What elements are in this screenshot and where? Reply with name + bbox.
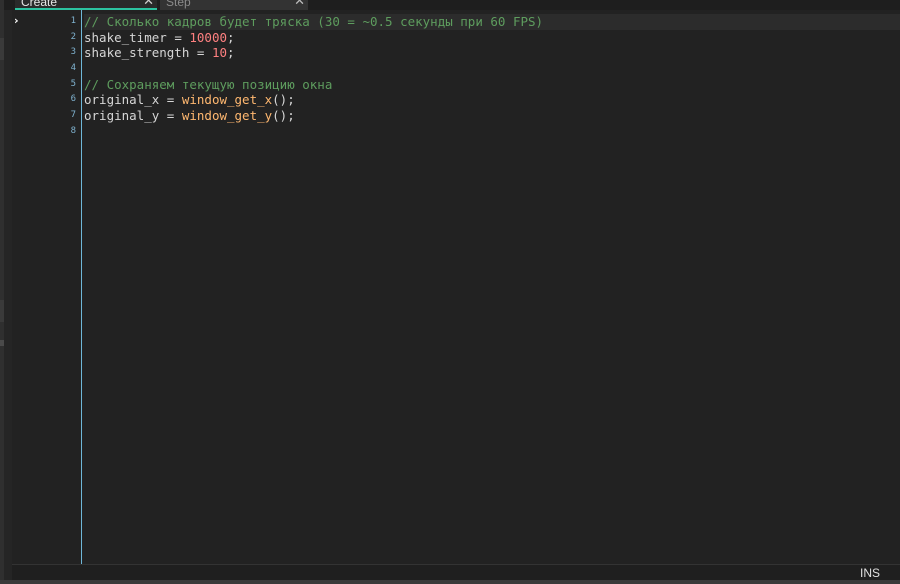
code-token-punct: ; bbox=[227, 45, 235, 61]
code-line[interactable]: shake_strength = 10; bbox=[84, 45, 900, 61]
left-panel-handle[interactable] bbox=[0, 340, 4, 346]
code-token-ident: shake_strength bbox=[84, 45, 190, 61]
tab-label: Step bbox=[166, 0, 191, 9]
line-number: 2 bbox=[70, 31, 76, 42]
bottom-edge bbox=[0, 580, 900, 584]
insert-mode-indicator: INS bbox=[859, 566, 880, 580]
close-icon[interactable]: ✕ bbox=[143, 0, 154, 8]
code-token-ident: shake_timer bbox=[84, 29, 167, 45]
code-token-op: = bbox=[189, 45, 212, 61]
code-line[interactable] bbox=[84, 61, 900, 77]
line-number: 4 bbox=[70, 63, 76, 74]
code-editor-window: Create ✕ Step ✕ › 12345678 // Сколько ка… bbox=[0, 0, 900, 584]
code-token-op: = bbox=[159, 92, 182, 108]
tab-step[interactable]: Step ✕ bbox=[160, 0, 308, 10]
tab-label: Create bbox=[21, 0, 58, 9]
code-token-punct: (); bbox=[272, 108, 295, 124]
code-text-area[interactable]: // Сколько кадров будет тряска (30 = ~0.… bbox=[84, 14, 900, 140]
code-token-num: 10000 bbox=[189, 29, 228, 45]
line-number-gutter: › 12345678 bbox=[12, 10, 81, 564]
code-token-punct: (); bbox=[272, 92, 295, 108]
code-token-func: window_get_y bbox=[181, 108, 273, 124]
line-number: 7 bbox=[70, 110, 76, 121]
code-token-comment: // Сохраняем текущую позицию окна bbox=[84, 76, 333, 92]
tab-create[interactable]: Create ✕ bbox=[15, 0, 157, 10]
code-token-ident: original_x bbox=[84, 92, 160, 108]
line-number: 1 bbox=[70, 16, 76, 26]
code-token-op: = bbox=[159, 108, 182, 124]
gutter-divider bbox=[81, 10, 82, 564]
code-editor[interactable]: › 12345678 // Сколько кадров будет тряск… bbox=[12, 10, 900, 564]
code-line[interactable]: // Сохраняем текущую позицию окна bbox=[84, 77, 900, 93]
code-line[interactable]: // Сколько кадров будет тряска (30 = ~0.… bbox=[84, 14, 900, 30]
code-token-op: = bbox=[166, 29, 190, 45]
code-line[interactable]: original_x = window_get_x(); bbox=[84, 92, 900, 108]
code-token-func: window_get_x bbox=[181, 92, 273, 108]
line-number: 3 bbox=[70, 47, 76, 58]
close-icon[interactable]: ✕ bbox=[294, 0, 305, 8]
code-token-ident: original_y bbox=[84, 108, 160, 124]
tab-bar: Create ✕ Step ✕ bbox=[4, 0, 900, 10]
line-number: 6 bbox=[70, 94, 76, 105]
code-token-comment: // Сколько кадров будет тряска (30 = ~0.… bbox=[84, 14, 544, 29]
line-number: 8 bbox=[70, 125, 76, 136]
code-line[interactable] bbox=[84, 124, 900, 140]
code-token-num: 10 bbox=[211, 45, 227, 61]
code-token-punct: ; bbox=[227, 29, 235, 45]
left-panel-handle[interactable] bbox=[0, 38, 4, 60]
status-bar: INS bbox=[12, 564, 900, 581]
line-number: 5 bbox=[70, 78, 76, 89]
line-numbers: 1 2 3 4 5 6 7 8 bbox=[12, 14, 76, 140]
code-line[interactable]: original_y = window_get_y(); bbox=[84, 108, 900, 124]
left-panel-edge bbox=[0, 0, 4, 584]
left-panel-handle[interactable] bbox=[0, 300, 4, 322]
code-line[interactable]: shake_timer = 10000; bbox=[84, 30, 900, 46]
